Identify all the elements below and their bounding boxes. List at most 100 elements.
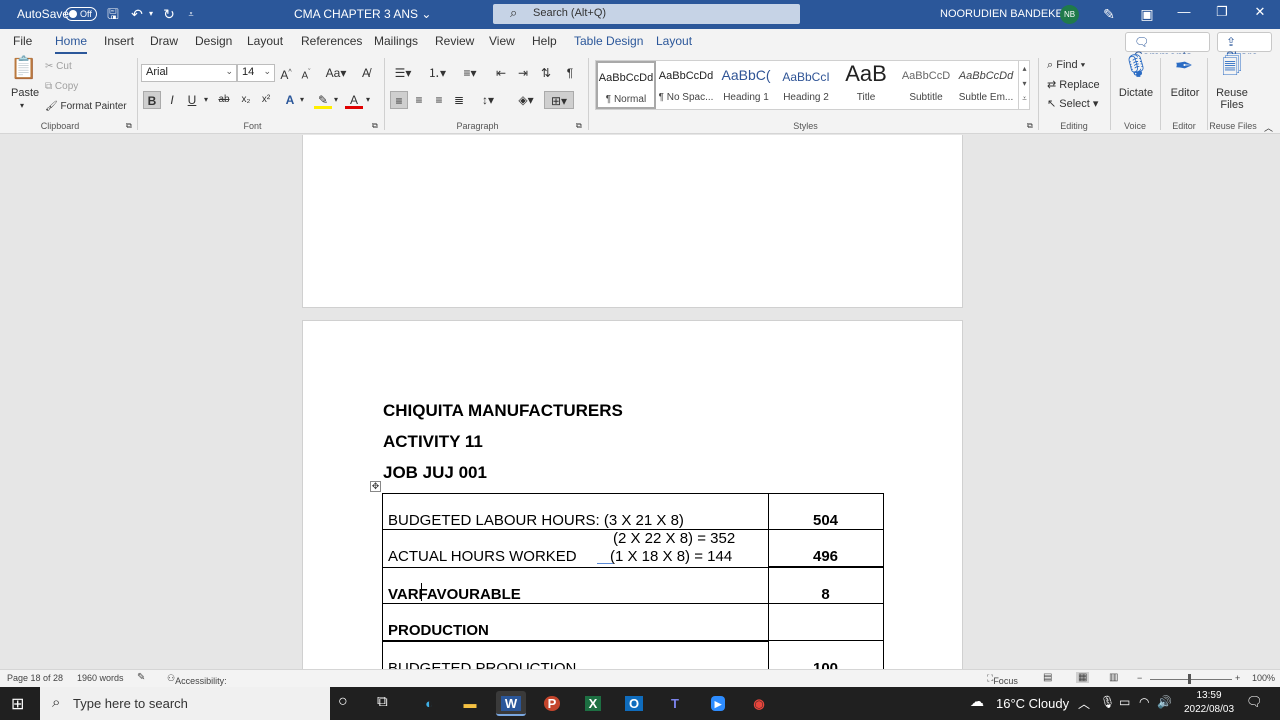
outlook-icon[interactable]: O (619, 691, 649, 716)
windows-start-icon[interactable]: ⊞ (11, 694, 24, 714)
paragraph-launcher-icon[interactable]: ⧉ (576, 121, 582, 131)
grow-font-icon[interactable]: A^ (277, 64, 295, 82)
undo-dropdown-icon[interactable]: ▾ (146, 5, 156, 23)
underline-dropdown-icon[interactable]: ▾ (201, 91, 211, 109)
paste-dropdown-icon[interactable]: ▾ (20, 101, 24, 110)
align-right-icon[interactable]: ≡ (430, 91, 448, 109)
table-cell-production[interactable]: PRODUCTION (388, 622, 489, 639)
web-layout-icon[interactable]: ▥ (1109, 672, 1118, 683)
autosave-toggle[interactable]: Off (65, 7, 97, 21)
heading-activity[interactable]: ACTIVITY 11 (383, 432, 483, 452)
line-spacing-icon[interactable]: ↕▾ (475, 91, 501, 109)
restore-icon[interactable]: ❐ (1210, 4, 1234, 24)
avatar[interactable]: NB (1060, 5, 1079, 24)
heading-job[interactable]: JOB JUJ 001 (383, 463, 487, 483)
numbering-icon[interactable]: ⒈▾ (423, 64, 451, 82)
clear-formatting-icon[interactable]: A̸ (357, 64, 375, 82)
document-page[interactable]: CHIQUITA MANUFACTURERS ACTIVITY 11 JOB J… (302, 320, 963, 669)
table-cell-budgeted-hours-value[interactable]: 504 (768, 512, 883, 529)
borders-icon[interactable]: ⊞▾ (544, 91, 574, 109)
table-cell-budgeted-production-value[interactable]: 100 (768, 660, 883, 669)
show-formatting-icon[interactable]: ¶ (561, 64, 579, 82)
select-button[interactable]: ↖ Select ▾ (1047, 97, 1098, 110)
comments-button[interactable]: 🗨 Comments (1125, 32, 1210, 63)
reuse-files-icon[interactable]: 🗐 (1219, 56, 1245, 86)
customize-toolbar-icon[interactable]: ⩡ (184, 5, 198, 23)
clipboard-launcher-icon[interactable]: ⧉ (126, 121, 132, 131)
format-painter-button[interactable]: 🖌 Format Painter (45, 101, 127, 112)
editor-button[interactable]: Editor (1166, 87, 1204, 99)
weather-status[interactable]: 16°C Cloudy (996, 696, 1069, 711)
tab-table-layout[interactable]: Layout (656, 34, 692, 48)
undo-icon[interactable]: ↶ (128, 5, 146, 23)
styles-scroll[interactable]: ▴ ▾ ⩡ (1018, 61, 1030, 109)
search-box[interactable]: ⌕ Search (Alt+Q) (493, 4, 800, 24)
clock[interactable]: 13:59 2022/08/03 (1178, 689, 1240, 717)
read-mode-icon[interactable]: ▤ (1043, 672, 1052, 683)
tab-design[interactable]: Design (195, 34, 232, 48)
page-count[interactable]: Page 18 of 28 (7, 673, 63, 683)
zoom-out-icon[interactable]: − (1137, 673, 1142, 683)
paste-icon[interactable]: 📋 (10, 57, 37, 90)
chrome-icon[interactable]: ◉ (744, 691, 774, 716)
print-layout-icon[interactable]: ▦ (1076, 672, 1090, 683)
font-color-dropdown-icon[interactable]: ▾ (363, 91, 373, 109)
table-cell-variance[interactable]: VARFAVOURABLE (388, 586, 521, 603)
zoom-level[interactable]: 100% (1252, 673, 1275, 683)
microphone-icon[interactable]: 🎙 (1122, 55, 1150, 86)
tab-draw[interactable]: Draw (150, 34, 178, 48)
zoom-slider-knob[interactable] (1188, 674, 1191, 684)
save-icon[interactable]: 🖫 (104, 5, 122, 23)
tab-layout[interactable]: Layout (247, 34, 283, 48)
tab-table-design[interactable]: Table Design (574, 34, 643, 48)
font-color-icon[interactable]: A (345, 91, 363, 109)
italic-button[interactable]: I (163, 91, 181, 109)
copy-button[interactable]: ⧉ Copy (45, 81, 78, 92)
font-launcher-icon[interactable]: ⧉ (372, 121, 378, 131)
taskbar-search[interactable]: ⌕ Type here to search (40, 687, 330, 720)
heading-company[interactable]: CHIQUITA MANUFACTURERS (383, 401, 623, 421)
user-name[interactable]: NOORUDIEN BANDEKER (940, 8, 1071, 20)
file-explorer-icon[interactable]: ▬ (455, 691, 485, 716)
focus-button[interactable]: ⛶ Focus (987, 673, 1018, 686)
table-cell-actual-hours[interactable]: ACTUAL HOURS WORKED (388, 548, 577, 565)
tab-mailings[interactable]: Mailings (374, 34, 418, 48)
cut-button[interactable]: ✂ Cut (45, 61, 72, 72)
minimize-icon[interactable]: — (1172, 4, 1196, 24)
zoom-app-icon[interactable]: ▸ (703, 691, 733, 716)
collapse-ribbon-icon[interactable]: ︿ (1264, 121, 1273, 134)
document-page[interactable] (302, 135, 963, 308)
wifi-icon[interactable]: ◠ (1139, 695, 1149, 709)
tab-view[interactable]: View (489, 34, 515, 48)
replace-button[interactable]: ⇄ Replace (1047, 78, 1100, 91)
show-hidden-icons-icon[interactable]: ︿ (1078, 695, 1090, 712)
tab-file[interactable]: File (13, 34, 32, 48)
share-button[interactable]: ⇪ Share (1217, 32, 1272, 63)
tab-home[interactable]: Home (55, 34, 88, 54)
shrink-font-icon[interactable]: Aˇ (297, 64, 315, 82)
table-move-handle-icon[interactable]: ✥ (370, 481, 381, 492)
proofing-icon[interactable]: ✎ (137, 672, 145, 683)
style-heading-1[interactable]: AaBbC(Heading 1 (716, 61, 776, 109)
align-left-icon[interactable]: ≡ (390, 91, 408, 109)
word-count[interactable]: 1960 words (77, 673, 124, 683)
battery-icon[interactable]: ▭ (1119, 695, 1130, 709)
table-cell-actual-hours-calc-1[interactable]: (2 X 22 X 8) = 352 (613, 530, 735, 547)
document-canvas[interactable]: CHIQUITA MANUFACTURERS ACTIVITY 11 JOB J… (0, 135, 1280, 669)
strikethrough-button[interactable]: ab (215, 91, 233, 109)
cortana-icon[interactable]: ○ (338, 693, 348, 711)
style-no-spacing[interactable]: AaBbCcDd ¶ No Spac... (656, 61, 716, 109)
style-subtle-emphasis[interactable]: AaBbCcDd Subtle Em... (956, 61, 1016, 109)
superscript-button[interactable]: x² (257, 91, 275, 109)
styles-launcher-icon[interactable]: ⧉ (1027, 121, 1033, 131)
table-cell-actual-hours-calc-2[interactable]: (1 X 18 X 8) = 144 (610, 548, 732, 565)
task-view-icon[interactable]: ⧉ (377, 693, 388, 710)
excel-icon[interactable]: X (578, 691, 608, 716)
sort-icon[interactable]: ⇅ (537, 64, 555, 82)
volume-icon[interactable]: 🔊 (1157, 695, 1172, 709)
increase-indent-icon[interactable]: ⇥ (514, 64, 532, 82)
decrease-indent-icon[interactable]: ⇤ (492, 64, 510, 82)
redo-icon[interactable]: ↻ (160, 5, 178, 23)
ribbon-display-icon[interactable]: ▣ (1138, 5, 1156, 23)
style-subtitle[interactable]: AaBbCcD Subtitle (896, 61, 956, 109)
